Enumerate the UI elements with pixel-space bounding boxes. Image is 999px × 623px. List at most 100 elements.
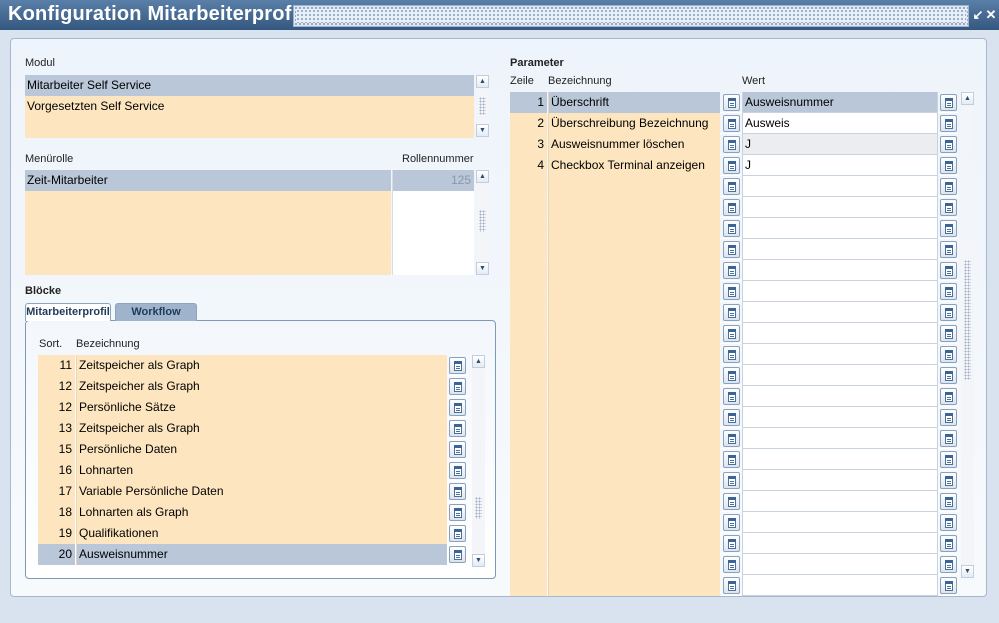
list-of-values-icon[interactable]	[940, 430, 957, 447]
wert-cell[interactable]	[742, 491, 938, 512]
scroll-down-arrow-icon[interactable]: ▼	[961, 565, 974, 578]
list-of-values-icon[interactable]	[449, 504, 466, 521]
list-item[interactable]: Mitarbeiter Self Service	[25, 75, 474, 96]
scroll-grip[interactable]	[479, 97, 486, 115]
list-of-values-icon[interactable]	[940, 514, 957, 531]
list-of-values-icon[interactable]	[940, 346, 957, 363]
zeile-cell[interactable]: 2	[510, 113, 547, 134]
rolle-name-cell[interactable]	[25, 191, 391, 212]
minimize-icon[interactable]: ↙	[971, 7, 985, 23]
table-row[interactable]: 18 Lohnarten als Graph	[38, 502, 469, 523]
wert-cell[interactable]: J	[742, 134, 938, 155]
table-row[interactable]: 20 Ausweisnummer	[38, 544, 469, 565]
wert-cell[interactable]	[742, 260, 938, 281]
wert-cell[interactable]	[742, 365, 938, 386]
scroll-up-arrow-icon[interactable]: ▲	[961, 92, 974, 105]
bezeichnung-cell[interactable]: Zeitspeicher als Graph	[76, 376, 447, 397]
list-of-values-icon[interactable]	[449, 441, 466, 458]
bezeichnung-cell[interactable]: Überschreibung Bezeichnung	[548, 113, 720, 134]
list-of-values-icon[interactable]	[723, 346, 740, 363]
zeile-cell[interactable]	[510, 533, 547, 554]
list-of-values-icon[interactable]	[449, 399, 466, 416]
zeile-cell[interactable]	[510, 281, 547, 302]
bezeichnung-cell[interactable]: Qualifikationen	[76, 523, 447, 544]
wert-cell[interactable]	[742, 407, 938, 428]
bezeichnung-cell[interactable]: Ausweisnummer löschen	[548, 134, 720, 155]
wert-cell[interactable]: Ausweisnummer	[742, 92, 938, 113]
sort-cell[interactable]: 18	[38, 502, 75, 523]
bezeichnung-cell[interactable]: Überschrift	[548, 92, 720, 113]
sort-cell[interactable]: 11	[38, 355, 75, 376]
wert-cell[interactable]	[742, 302, 938, 323]
list-of-values-icon[interactable]	[940, 304, 957, 321]
rolle-name-cell[interactable]	[25, 254, 391, 275]
sort-cell[interactable]: 13	[38, 418, 75, 439]
zeile-cell[interactable]	[510, 302, 547, 323]
rollennummer-cell[interactable]: 125	[392, 170, 474, 191]
tab-mitarbeiterprofil[interactable]: Mitarbeiterprofil	[25, 303, 111, 321]
list-item[interactable]	[25, 117, 474, 138]
rollennummer-cell[interactable]	[392, 212, 474, 233]
zeile-cell[interactable]	[510, 428, 547, 449]
wert-cell[interactable]: J	[742, 155, 938, 176]
bezeichnung-cell[interactable]	[548, 470, 720, 491]
bezeichnung-cell[interactable]	[548, 491, 720, 512]
list-of-values-icon[interactable]	[723, 577, 740, 594]
scroll-down-arrow-icon[interactable]: ▼	[472, 554, 485, 567]
list-of-values-icon[interactable]	[940, 94, 957, 111]
zeile-cell[interactable]	[510, 239, 547, 260]
zeile-cell[interactable]: 1	[510, 92, 547, 113]
zeile-cell[interactable]	[510, 470, 547, 491]
zeile-cell[interactable]: 4	[510, 155, 547, 176]
bezeichnung-cell[interactable]	[548, 239, 720, 260]
bezeichnung-cell[interactable]	[548, 428, 720, 449]
list-of-values-icon[interactable]	[449, 357, 466, 374]
wert-cell[interactable]	[742, 449, 938, 470]
bezeichnung-cell[interactable]	[548, 176, 720, 197]
list-of-values-icon[interactable]	[940, 556, 957, 573]
table-row[interactable]: 12 Persönliche Sätze	[38, 397, 469, 418]
list-of-values-icon[interactable]	[723, 178, 740, 195]
bezeichnung-cell[interactable]: Lohnarten als Graph	[76, 502, 447, 523]
list-of-values-icon[interactable]	[723, 283, 740, 300]
parameter-scrollbar[interactable]: ▲ ▼	[961, 92, 974, 578]
list-of-values-icon[interactable]	[723, 136, 740, 153]
modul-scrollbar[interactable]: ▲ ▼	[476, 75, 489, 137]
list-of-values-icon[interactable]	[940, 451, 957, 468]
bezeichnung-cell[interactable]: Lohnarten	[76, 460, 447, 481]
tab-workflow[interactable]: Workflow	[115, 303, 197, 321]
list-of-values-icon[interactable]	[940, 388, 957, 405]
rollennummer-cell[interactable]	[392, 254, 474, 275]
sort-cell[interactable]: 20	[38, 544, 75, 565]
scroll-down-arrow-icon[interactable]: ▼	[476, 262, 489, 275]
bezeichnung-cell[interactable]	[548, 260, 720, 281]
table-row[interactable]: 12 Zeitspeicher als Graph	[38, 376, 469, 397]
zeile-cell[interactable]	[510, 344, 547, 365]
list-of-values-icon[interactable]	[723, 409, 740, 426]
list-of-values-icon[interactable]	[723, 514, 740, 531]
list-of-values-icon[interactable]	[940, 367, 957, 384]
list-of-values-icon[interactable]	[723, 199, 740, 216]
list-of-values-icon[interactable]	[940, 535, 957, 552]
bezeichnung-cell[interactable]	[548, 365, 720, 386]
bezeichnung-cell[interactable]: Persönliche Sätze	[76, 397, 447, 418]
wert-cell[interactable]	[742, 281, 938, 302]
list-of-values-icon[interactable]	[723, 367, 740, 384]
list-of-values-icon[interactable]	[723, 430, 740, 447]
scroll-grip[interactable]	[964, 260, 971, 380]
title-bar-grip[interactable]	[293, 5, 969, 27]
list-of-values-icon[interactable]	[723, 493, 740, 510]
zeile-cell[interactable]: 3	[510, 134, 547, 155]
sort-cell[interactable]: 12	[38, 376, 75, 397]
list-of-values-icon[interactable]	[449, 483, 466, 500]
list-of-values-icon[interactable]	[940, 178, 957, 195]
zeile-cell[interactable]	[510, 218, 547, 239]
bezeichnung-cell[interactable]	[548, 197, 720, 218]
wert-cell[interactable]	[742, 512, 938, 533]
list-of-values-icon[interactable]	[723, 220, 740, 237]
scroll-up-arrow-icon[interactable]: ▲	[476, 170, 489, 183]
zeile-cell[interactable]	[510, 365, 547, 386]
list-of-values-icon[interactable]	[940, 325, 957, 342]
list-of-values-icon[interactable]	[449, 525, 466, 542]
list-item[interactable]: Vorgesetzten Self Service	[25, 96, 474, 117]
